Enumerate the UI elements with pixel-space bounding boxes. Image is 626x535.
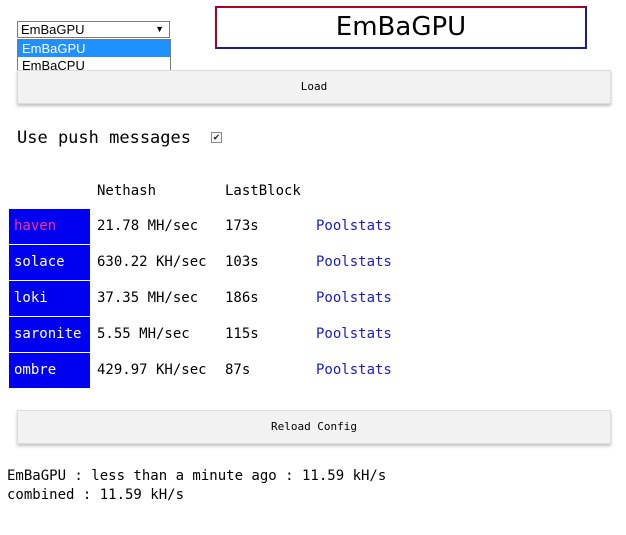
miner-select[interactable]: EmBaGPU ▼ (17, 21, 170, 38)
load-button[interactable]: Load (17, 70, 611, 104)
nethash-header: Nethash (97, 183, 157, 199)
page-title: EmBaGPU (215, 6, 587, 49)
table-row: solace 630.22 KH/sec 103s Poolstats (9, 245, 429, 280)
lastblock-value: 103s (225, 254, 259, 270)
poolstats-link[interactable]: Poolstats (316, 281, 392, 316)
nethash-value: 21.78 MH/sec (97, 218, 199, 234)
nethash-value: 429.97 KH/sec (97, 362, 207, 378)
lastblock-value: 186s (225, 290, 259, 306)
table-row: saronite 5.55 MH/sec 115s Poolstats (9, 317, 429, 352)
coin-name: loki (9, 281, 90, 316)
coin-name: saronite (9, 317, 90, 352)
poolstats-link[interactable]: Poolstats (316, 245, 392, 280)
coin-name: ombre (9, 353, 90, 388)
lastblock-value: 173s (225, 218, 259, 234)
coin-name: haven (9, 209, 90, 244)
nethash-value: 5.55 MH/sec (97, 326, 190, 342)
combined-status-line: combined : 11.59 kH/s (7, 487, 185, 503)
nethash-value: 630.22 KH/sec (97, 254, 207, 270)
coin-name: solace (9, 245, 90, 280)
table-row: loki 37.35 MH/sec 186s Poolstats (9, 281, 429, 316)
miner-option-embagpu[interactable]: EmBaGPU (18, 40, 170, 57)
reload-config-button[interactable]: Reload Config (17, 410, 611, 444)
table-row: ombre 429.97 KH/sec 87s Poolstats (9, 353, 429, 388)
lastblock-value: 87s (225, 362, 251, 378)
nethash-value: 37.35 MH/sec (97, 290, 199, 306)
lastblock-header: LastBlock (225, 183, 301, 199)
poolstats-link[interactable]: Poolstats (316, 317, 392, 352)
lastblock-value: 115s (225, 326, 259, 342)
table-row: haven 21.78 MH/sec 173s Poolstats (9, 209, 429, 244)
push-messages-label: Use push messages (17, 128, 191, 148)
miner-status-line: EmBaGPU : less than a minute ago : 11.59… (7, 468, 387, 484)
miner-select-value: EmBaGPU (21, 22, 85, 37)
push-messages-checkbox[interactable]: ✔ (211, 132, 222, 143)
triangle-down-icon: ▼ (155, 24, 164, 34)
poolstats-link[interactable]: Poolstats (316, 353, 392, 388)
poolstats-link[interactable]: Poolstats (316, 209, 392, 244)
